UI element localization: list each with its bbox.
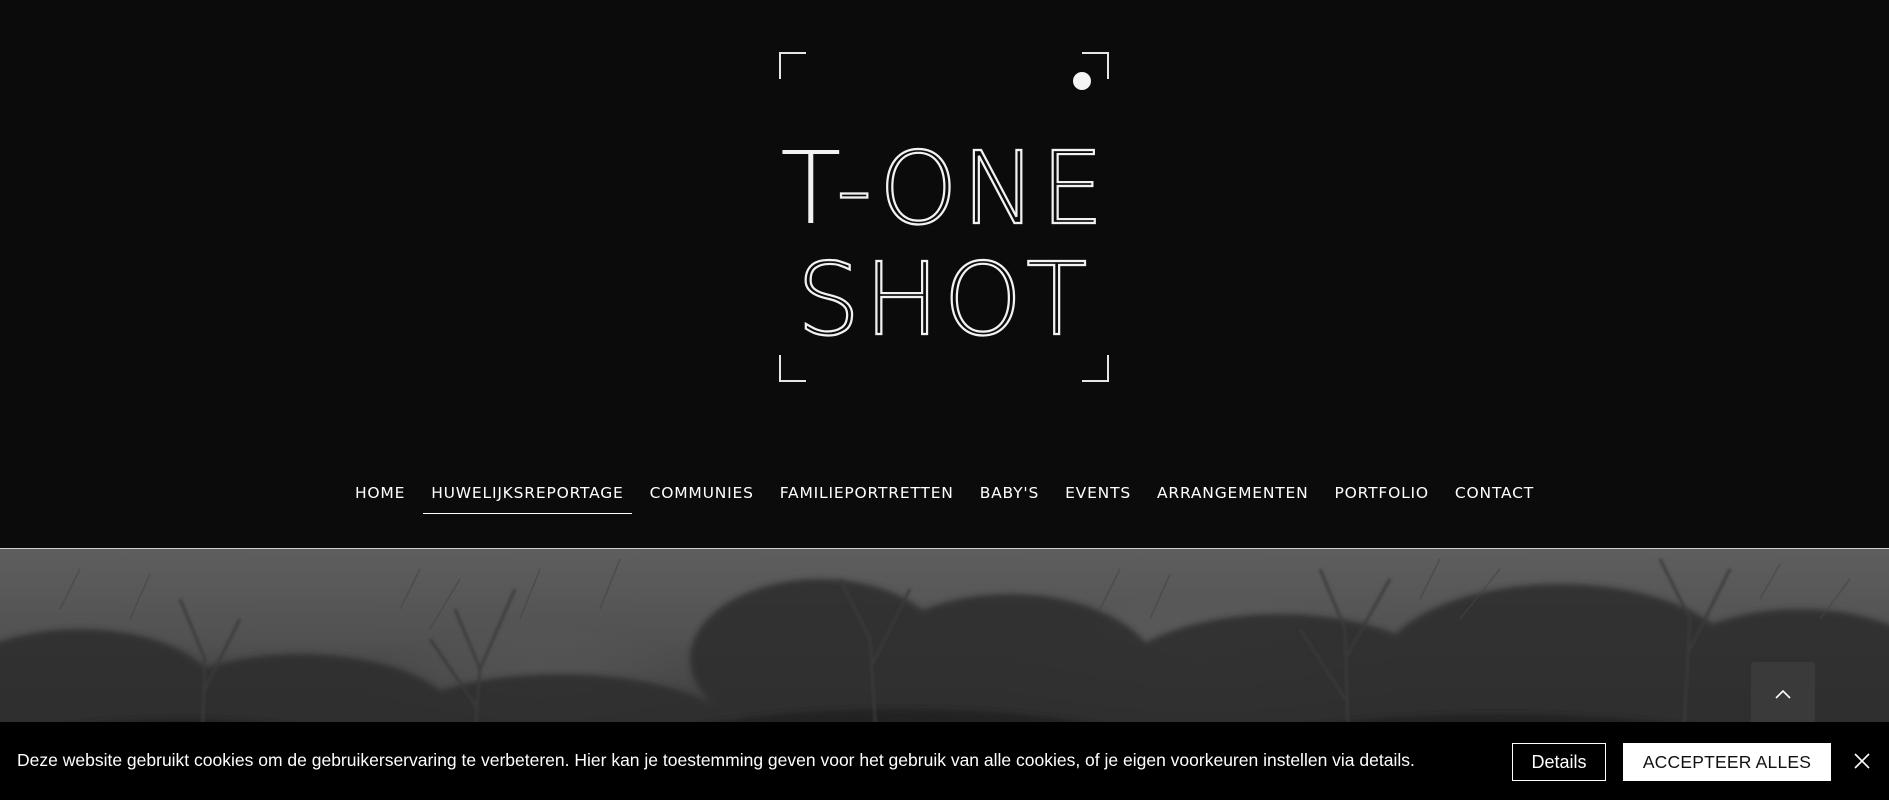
cookie-consent-bar: Deze website gebruikt cookies om de gebr… [0, 722, 1889, 800]
nav-item-huwelijksreportage[interactable]: HUWELIJKSREPORTAGE [423, 478, 633, 514]
main-navigation: HOME HUWELIJKSREPORTAGE COMMUNIES FAMILI… [0, 478, 1889, 518]
cookie-close-button[interactable] [1850, 749, 1874, 773]
nav-item-babys[interactable]: BABY'S [972, 478, 1047, 514]
camera-viewfinder-logo-icon: T-ONE SHOT [779, 52, 1109, 382]
logo-line-2: SHOT [797, 241, 1091, 358]
chevron-up-icon [1775, 689, 1791, 699]
nav-item-communies[interactable]: COMMUNIES [642, 478, 762, 514]
cookie-accept-all-button[interactable]: ACCEPTEER ALLES [1623, 743, 1831, 781]
nav-item-arrangementen[interactable]: ARRANGEMENTEN [1149, 478, 1317, 514]
logo-line-1: T-ONE [780, 130, 1107, 247]
nav-item-contact[interactable]: CONTACT [1447, 478, 1542, 514]
nav-item-home[interactable]: HOME [347, 478, 413, 514]
cookie-message: Deze website gebruikt cookies om de gebr… [17, 750, 1415, 770]
nav-item-familieportretten[interactable]: FAMILIEPORTRETTEN [772, 478, 962, 514]
page: T-ONE SHOT HOME HUWELIJKSREPORTAGE COMMU… [0, 0, 1889, 800]
cookie-details-button[interactable]: Details [1512, 743, 1606, 781]
scroll-to-top-button[interactable] [1751, 662, 1815, 726]
nav-item-events[interactable]: EVENTS [1057, 478, 1139, 514]
nav-item-portfolio[interactable]: PORTFOLIO [1327, 478, 1437, 514]
close-icon [1854, 753, 1870, 769]
site-logo[interactable]: T-ONE SHOT [778, 51, 1110, 383]
